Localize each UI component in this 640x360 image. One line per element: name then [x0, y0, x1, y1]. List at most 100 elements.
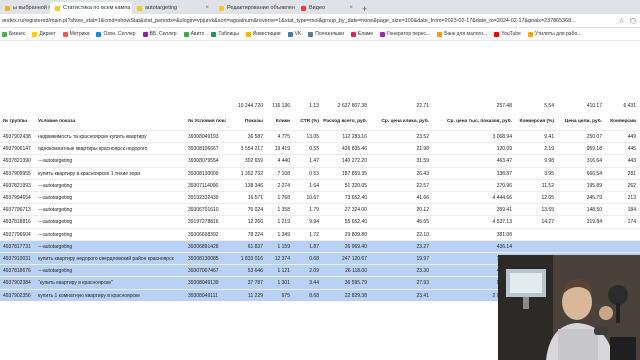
cell-id: 4937906147 — [3, 146, 31, 153]
cell-cond_id: 39308049111 — [188, 292, 218, 299]
cell-cond[interactable]: ---autotargeting — [38, 207, 188, 213]
tab-close-icon[interactable]: × — [349, 5, 353, 11]
bookmark-item[interactable]: Метрика — [62, 31, 89, 37]
bookmark-item[interactable]: Бизнес — [2, 31, 25, 37]
column-header[interactable]: Расход всего, руб. — [323, 119, 367, 124]
bookmark-item[interactable]: VK — [287, 31, 301, 37]
cell-cpm: 370.96 — [496, 182, 512, 189]
column-header[interactable]: Условие показа — [38, 119, 188, 124]
tab-close-icon[interactable]: × — [205, 5, 209, 11]
address-bar-icons: ☆ ⬡ — [619, 17, 640, 25]
cell-cond[interactable]: однокомнатные квартиры красноярск недоро… — [38, 146, 188, 152]
cell-cond[interactable]: ---autotargeting — [38, 195, 188, 201]
total-value: 1.13 — [309, 103, 319, 109]
table-row[interactable]: 4937796713 ---autotargeting 39306701610 76 … — [0, 203, 640, 215]
cell-cond[interactable]: ---autotargeting — [38, 268, 188, 274]
column-header[interactable]: Ср. цена клика, руб. — [374, 119, 429, 124]
tab-favicon-icon — [5, 5, 10, 11]
bookmark-item[interactable]: Директ — [32, 31, 56, 37]
column-header[interactable]: Цена цели, руб. — [564, 119, 602, 124]
new-tab-icon[interactable]: + — [358, 4, 371, 14]
cell-clicks: 1 159 — [277, 243, 290, 250]
cell-cond[interactable]: купить квартиру недорого свердловский ра… — [38, 256, 188, 262]
cell-cond[interactable]: ---autotargeting — [38, 232, 188, 238]
cell-id: 4937902384 — [3, 280, 31, 287]
browser-tab[interactable]: Статистика по всем кампа× — [50, 2, 132, 14]
bookmark-item[interactable]: Еламе — [350, 31, 373, 37]
cell-shows: 61 837 — [247, 243, 263, 250]
column-header[interactable]: № Условия показа — [188, 119, 226, 124]
bookmark-item[interactable]: Полезняшки — [308, 31, 344, 37]
table-row[interactable]: 4937994654 ---autotargeting 39192332439 16 … — [0, 191, 640, 203]
extension-icon[interactable]: ⬡ — [630, 17, 636, 25]
column-header[interactable]: Показы — [226, 119, 263, 124]
table-row[interactable]: 4937821993 ---autotargeting 39307114006 138… — [0, 178, 640, 191]
browser-tab[interactable]: Видео × — [296, 2, 358, 14]
bookmark-item[interactable]: Авито — [183, 31, 204, 37]
table-row[interactable]: 4937906147 однокомнатные квартиры красноя… — [0, 142, 640, 154]
tab-favicon-icon — [219, 5, 224, 11]
cell-cond_id: 39308079554 — [188, 158, 219, 165]
cell-cond[interactable]: купить 1 комнатную квартиру в красноярск… — [38, 293, 188, 299]
cell-cond_id: 39308130085 — [188, 256, 219, 262]
column-header[interactable]: Ср. цена тыс. показов, руб. — [432, 119, 512, 124]
cell-id: 4937818676 — [3, 268, 31, 275]
browser-tab[interactable]: autotargeting × — [132, 2, 214, 14]
cell-ctr: 3.44 — [309, 280, 319, 287]
bookmark-item[interactable]: Озон. Селлер — [96, 31, 136, 37]
bookmark-item[interactable]: Утилиты для рабо... — [527, 31, 581, 37]
cell-cond[interactable]: ---autotargeting — [38, 158, 188, 164]
cell-cond[interactable]: ---autotargeting — [38, 183, 188, 189]
table-row[interactable]: 4937817731 ---autotargeting 39306891428 61 … — [0, 239, 640, 252]
cell-shows: 11 229 — [248, 292, 263, 299]
column-header[interactable]: Конверсия (%) — [516, 119, 554, 124]
cell-cost: 187 859.35 — [341, 170, 367, 177]
bookmark-favicon-icon — [527, 31, 533, 37]
bookmark-favicon-icon — [287, 31, 293, 37]
bookmark-item[interactable]: Генератор перес... — [380, 31, 430, 37]
tab-favicon-icon — [137, 5, 142, 11]
table-row[interactable]: 4937902438 недвижимость та красноярске ку… — [0, 130, 640, 142]
cell-convs: 174 — [627, 219, 636, 226]
tab-label: Статистика по всем кампа — [63, 5, 131, 11]
browser-tab[interactable]: ы выбранной г× — [0, 2, 50, 14]
table-row[interactable]: 4937821390 ---autotargeting 39308079554 302… — [0, 154, 640, 166]
tab-favicon-icon — [301, 5, 306, 11]
bookmark-item[interactable]: ВБ. Селлер — [142, 31, 177, 37]
column-header[interactable]: CTR (%) — [292, 119, 319, 124]
bookmark-item[interactable]: Банк для малого... — [437, 31, 487, 37]
cell-cpc: 19.97 — [416, 256, 429, 262]
cell-cond[interactable]: купить квартиру в красноярске 1 тихие зо… — [38, 171, 188, 177]
cell-convs: 262 — [627, 182, 636, 189]
address-bar[interactable]: andex.ru/registered/main.pl?show_stat=1&… — [0, 14, 640, 28]
table-row[interactable]: 4937818816 ---autotargeting 39197278816 12 … — [0, 215, 640, 227]
cell-cond[interactable]: недвижимость та красноярске купить кварт… — [38, 134, 188, 140]
url-text[interactable]: andex.ru/registered/main.pl?show_stat=1&… — [2, 18, 602, 24]
bookmark-item[interactable]: Таблицы — [211, 31, 239, 37]
tab-label: Редактирование объявлен — [227, 5, 295, 11]
cell-id: 4937817731 — [3, 243, 31, 250]
bookmark-favicon-icon — [32, 31, 38, 37]
cell-cond[interactable]: "купить квартиру в красноярске" — [38, 280, 188, 286]
cell-shows: 12 266 — [247, 219, 263, 226]
cell-conv: 9.98 — [544, 158, 554, 165]
bookmark-item[interactable]: Инвестиции — [245, 31, 281, 37]
cell-cond[interactable]: ---autotargeting — [38, 219, 188, 225]
table-row[interactable]: 4937909955 купить квартиру в красноярске … — [0, 166, 640, 179]
table-row[interactable]: 4937796604 ---autotargeting 39306698392 78 … — [0, 227, 640, 240]
star-icon[interactable]: ☆ — [619, 17, 625, 25]
column-header[interactable]: Клики — [262, 119, 290, 124]
cell-cond[interactable]: ---autotargeting — [38, 244, 188, 250]
cell-cost: 22 829.38 — [344, 292, 367, 299]
cell-shows: 37 787 — [247, 280, 263, 287]
presenter-image — [498, 255, 640, 360]
column-header[interactable]: Конверсии — [604, 119, 636, 124]
cell-clicks: 1 121 — [277, 268, 290, 275]
total-value: 10 244 720 — [237, 103, 263, 109]
column-header[interactable]: № группы — [3, 119, 39, 124]
browser-tab[interactable]: Редактирование объявлен× — [214, 2, 296, 14]
cell-cost: 26 969.40 — [344, 243, 367, 250]
cell-convs: 184 — [627, 207, 636, 214]
bookmark-item[interactable]: YouTube — [494, 31, 521, 37]
cell-cond_id: 39308106667 — [188, 146, 219, 153]
